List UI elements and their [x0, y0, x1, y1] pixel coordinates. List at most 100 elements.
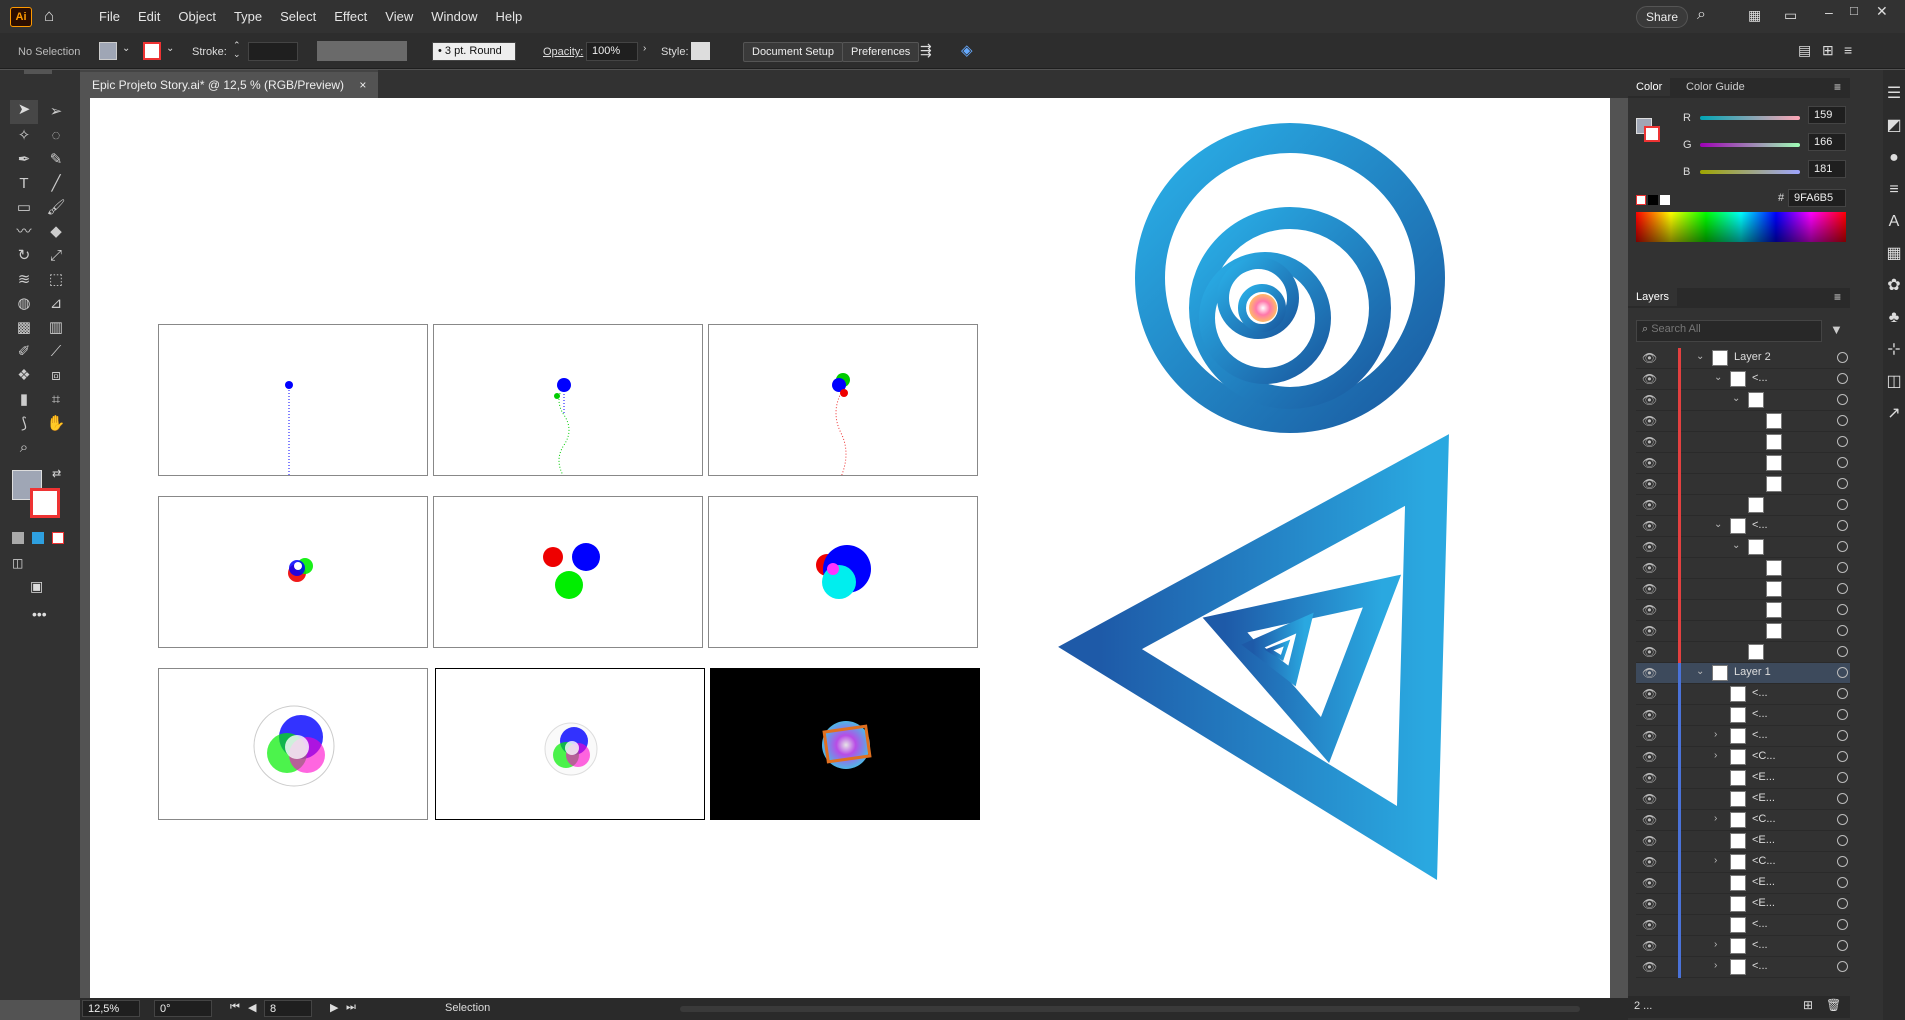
stroke-label[interactable]: Stroke:: [192, 46, 227, 58]
layer-row[interactable]: 👁 › <...: [1636, 936, 1850, 957]
arrange-documents-icon[interactable]: ⇶: [920, 42, 932, 59]
variable-width-dropdown[interactable]: [317, 41, 407, 61]
artboard-6[interactable]: [708, 496, 978, 648]
workspace-icon[interactable]: ▦: [1748, 7, 1761, 24]
g-value[interactable]: 166: [1808, 133, 1846, 151]
target-circle-icon[interactable]: [1837, 856, 1848, 867]
color-panel-menu-icon[interactable]: ≡: [1834, 80, 1841, 94]
brush-definition[interactable]: • 3 pt. Round: [432, 42, 516, 61]
layer-row[interactable]: 👁: [1636, 453, 1850, 474]
layer-row[interactable]: 👁: [1636, 621, 1850, 642]
target-circle-icon[interactable]: [1837, 520, 1848, 531]
properties-icon[interactable]: ☰: [1883, 78, 1905, 110]
next-artboard-icon[interactable]: ▶: [330, 1001, 338, 1014]
zoom-tool-icon[interactable]: ⌕: [10, 436, 38, 460]
layer-row[interactable]: 👁 › <...: [1636, 726, 1850, 747]
visibility-eye-icon[interactable]: 👁: [1642, 666, 1657, 680]
r-slider[interactable]: [1700, 116, 1800, 120]
artboard-3[interactable]: [708, 324, 978, 476]
artboard-5[interactable]: [433, 496, 703, 648]
tab-color-guide[interactable]: Color Guide: [1686, 81, 1745, 93]
visibility-eye-icon[interactable]: 👁: [1642, 603, 1657, 617]
stroke-color-large[interactable]: [30, 488, 60, 518]
visibility-eye-icon[interactable]: 👁: [1642, 624, 1657, 638]
target-circle-icon[interactable]: [1837, 772, 1848, 783]
selection-tool-icon[interactable]: ➤: [10, 100, 38, 124]
target-circle-icon[interactable]: [1837, 457, 1848, 468]
layers-menu-icon[interactable]: ≡: [1834, 290, 1841, 304]
none-swatch[interactable]: [1636, 195, 1646, 205]
appearance-icon[interactable]: ●: [1883, 142, 1905, 174]
layer-row[interactable]: 👁 ⌄ <...: [1636, 516, 1850, 537]
artboard-4[interactable]: [158, 496, 428, 648]
target-circle-icon[interactable]: [1837, 352, 1848, 363]
free-transform-tool-icon[interactable]: ⬚: [42, 268, 70, 292]
export-icon[interactable]: ↗: [1883, 398, 1905, 430]
target-circle-icon[interactable]: [1837, 478, 1848, 489]
style-swatch[interactable]: [691, 42, 710, 60]
hand-tool-icon[interactable]: ✋: [42, 412, 70, 436]
screen-mode-icon[interactable]: ▣: [30, 578, 43, 595]
artboard-7[interactable]: [158, 668, 428, 820]
artboard-1[interactable]: [158, 324, 428, 476]
preferences-button[interactable]: Preferences: [842, 42, 920, 62]
target-circle-icon[interactable]: [1837, 394, 1848, 405]
layer-row[interactable]: 👁 ⌄: [1636, 537, 1850, 558]
layer-row[interactable]: 👁: [1636, 579, 1850, 600]
target-circle-icon[interactable]: [1837, 415, 1848, 426]
artboard-9[interactable]: [710, 668, 980, 820]
transform-panel-icon[interactable]: ⊹: [1883, 334, 1905, 366]
layer-row[interactable]: 👁 <E...: [1636, 831, 1850, 852]
arrange-icon[interactable]: ▭: [1784, 7, 1797, 24]
target-circle-icon[interactable]: [1837, 751, 1848, 762]
visibility-eye-icon[interactable]: 👁: [1642, 750, 1657, 764]
rotate-tool-icon[interactable]: ↻: [10, 244, 38, 268]
visibility-eye-icon[interactable]: 👁: [1642, 519, 1657, 533]
fill-swatch[interactable]: [99, 42, 117, 60]
visibility-eye-icon[interactable]: 👁: [1642, 540, 1657, 554]
artboard-8[interactable]: [435, 668, 705, 820]
layer-row[interactable]: 👁: [1636, 474, 1850, 495]
symbols-icon[interactable]: ♣: [1883, 302, 1905, 334]
layer-row[interactable]: 👁 ⌄ Layer 1: [1636, 663, 1850, 684]
target-circle-icon[interactable]: [1837, 814, 1848, 825]
zoom-field[interactable]: 12,5%: [82, 1000, 140, 1017]
delete-layer-icon[interactable]: 🗑: [1826, 998, 1841, 1012]
expand-chevron-icon[interactable]: ⌄: [1714, 372, 1722, 383]
target-circle-icon[interactable]: [1837, 625, 1848, 636]
pen-tool-icon[interactable]: ✒: [10, 148, 38, 172]
target-circle-icon[interactable]: [1837, 919, 1848, 930]
target-circle-icon[interactable]: [1837, 730, 1848, 741]
measure-tool-icon[interactable]: ⟋: [42, 340, 70, 364]
visibility-eye-icon[interactable]: 👁: [1642, 498, 1657, 512]
eyedropper-tool-icon[interactable]: ✐: [10, 340, 38, 364]
none-mode-icon[interactable]: [52, 532, 64, 544]
menu-help[interactable]: Help: [486, 9, 531, 24]
visibility-eye-icon[interactable]: 👁: [1642, 855, 1657, 869]
layer-row[interactable]: 👁: [1636, 411, 1850, 432]
visibility-eye-icon[interactable]: 👁: [1642, 792, 1657, 806]
target-circle-icon[interactable]: [1837, 541, 1848, 552]
layer-row[interactable]: 👁 › <C...: [1636, 810, 1850, 831]
expand-chevron-icon[interactable]: ›: [1714, 960, 1717, 971]
expand-chevron-icon[interactable]: ›: [1714, 813, 1717, 824]
graph-tool-icon[interactable]: ▮: [10, 388, 38, 412]
tab-layers[interactable]: Layers: [1628, 288, 1678, 306]
visibility-eye-icon[interactable]: 👁: [1642, 687, 1657, 701]
expand-chevron-icon[interactable]: ⌄: [1732, 540, 1740, 551]
visibility-eye-icon[interactable]: 👁: [1642, 729, 1657, 743]
r-value[interactable]: 159: [1808, 106, 1846, 124]
stroke-panel-icon[interactable]: ≡: [1883, 174, 1905, 206]
hex-value[interactable]: 9FA6B5: [1788, 189, 1846, 207]
pathfinder-icon[interactable]: ◫: [1883, 366, 1905, 398]
visibility-eye-icon[interactable]: 👁: [1642, 939, 1657, 953]
visibility-eye-icon[interactable]: 👁: [1642, 771, 1657, 785]
type-tool-icon[interactable]: T: [10, 172, 38, 196]
menu-type[interactable]: Type: [225, 9, 271, 24]
layer-row[interactable]: 👁 › <C...: [1636, 747, 1850, 768]
slice-tool-icon[interactable]: ⌗: [42, 388, 70, 412]
shaper-tool-icon[interactable]: 〰: [10, 220, 38, 244]
visibility-eye-icon[interactable]: 👁: [1642, 834, 1657, 848]
home-icon[interactable]: ⌂: [44, 6, 54, 26]
layer-row[interactable]: 👁 ⌄ Layer 2: [1636, 348, 1850, 369]
